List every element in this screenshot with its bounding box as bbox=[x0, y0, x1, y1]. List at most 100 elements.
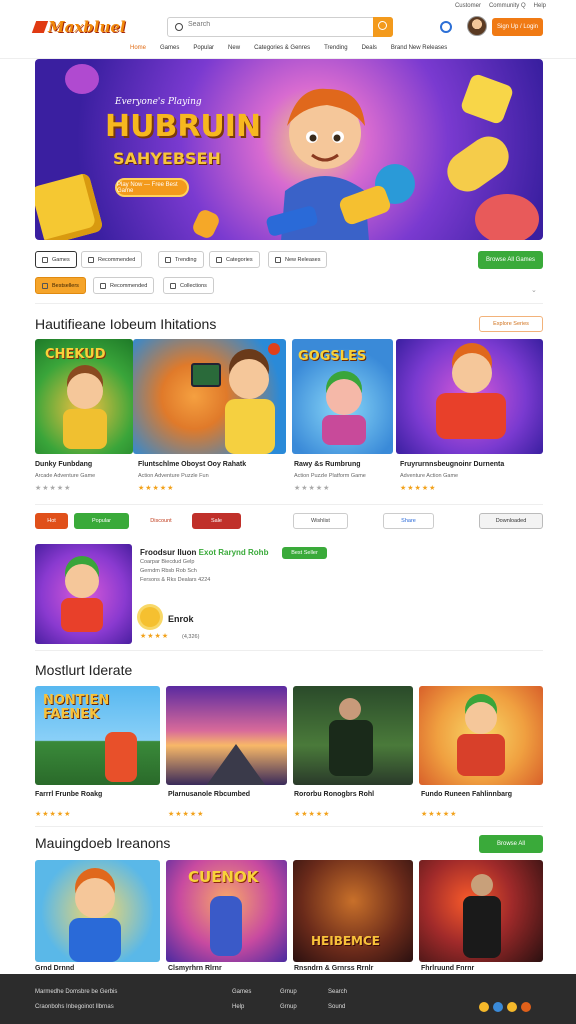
hero-cta-button[interactable]: Play Now — Free Best Game bbox=[115, 178, 189, 197]
chip-games[interactable]: Games bbox=[35, 251, 77, 268]
share-button[interactable]: Share bbox=[383, 513, 434, 529]
game-card-thumbnail[interactable] bbox=[419, 860, 543, 962]
game-title[interactable]: Fundo Runeen Fahlinnbarg bbox=[421, 791, 512, 798]
discount-button[interactable]: Discount bbox=[137, 513, 185, 529]
browse-all-button[interactable]: Browse All bbox=[479, 835, 543, 853]
explore-series-button[interactable]: Explore Series bbox=[479, 316, 543, 332]
footer-link[interactable]: Help bbox=[232, 1004, 244, 1010]
social-icon[interactable] bbox=[507, 1002, 517, 1012]
game-card-thumbnail[interactable] bbox=[35, 860, 160, 962]
chip-categories[interactable]: Categories bbox=[209, 251, 260, 268]
game-title[interactable]: Fluntschlme Oboyst Ooy Rahatk bbox=[138, 461, 246, 468]
game-title[interactable]: Plarnusanole Rbcumbed bbox=[168, 791, 250, 798]
nav-item-deals[interactable]: Deals bbox=[362, 45, 377, 51]
game-card-thumbnail[interactable]: CUENOK bbox=[166, 860, 287, 962]
footer-link[interactable]: Sound bbox=[328, 1004, 345, 1010]
site-logo[interactable]: Maxbluel bbox=[31, 18, 126, 36]
footer-link[interactable]: Grnup bbox=[280, 1004, 297, 1010]
character-illustration bbox=[326, 379, 362, 415]
chip-recommended[interactable]: Recommended bbox=[81, 251, 143, 268]
nav-item-releases[interactable]: Brand New Releases bbox=[391, 45, 447, 51]
search-button[interactable] bbox=[373, 17, 393, 37]
chip-bestsellers[interactable]: Bestsellers bbox=[35, 277, 86, 294]
badge-icon bbox=[268, 343, 280, 355]
featured-title[interactable]: Froodsur Iluon Exot Rarynd Rohb bbox=[140, 548, 268, 557]
sale-button[interactable]: Sale bbox=[192, 513, 241, 529]
chip-recommended-2[interactable]: Recommended bbox=[93, 277, 155, 294]
game-title[interactable]: Farrrl Frunbe Roakg bbox=[35, 791, 102, 798]
notification-icon[interactable] bbox=[440, 21, 452, 33]
chip-label: Recommended bbox=[110, 282, 148, 289]
character-illustration bbox=[69, 918, 121, 962]
sun-sticker-icon bbox=[140, 607, 160, 627]
topbar-link[interactable]: Help bbox=[534, 3, 546, 9]
character-illustration bbox=[210, 896, 242, 956]
game-card-thumbnail[interactable]: CHEKUD bbox=[35, 339, 133, 454]
topbar-link[interactable]: Customer bbox=[455, 3, 481, 9]
game-title[interactable]: Rawy &s Rumbrung bbox=[294, 461, 361, 468]
game-card-thumbnail[interactable]: HEIBEMCE bbox=[293, 860, 413, 962]
signup-button[interactable]: Sign Up / Login bbox=[492, 18, 543, 36]
nav-item-home[interactable]: Home bbox=[130, 45, 146, 51]
footer-link[interactable]: Grnup bbox=[280, 989, 297, 995]
game-title[interactable]: Rnsndrn & Grnrss Rrnlr bbox=[294, 965, 373, 972]
search-input[interactable] bbox=[188, 21, 368, 28]
sparkle-icon bbox=[275, 256, 281, 263]
chip-collections[interactable]: Collections bbox=[163, 277, 214, 294]
game-title[interactable]: Dunky Funbdang bbox=[35, 461, 92, 468]
popular-button[interactable]: Popular bbox=[74, 513, 129, 529]
site-footer: Marmedhe Domsbre be Gerbis Craonbohs Inb… bbox=[0, 974, 576, 1024]
footer-link[interactable]: Games bbox=[232, 989, 251, 995]
hero-subtitle: SAHYEBSEH bbox=[113, 149, 221, 168]
downloaded-button[interactable]: Downloaded bbox=[479, 513, 543, 529]
star-icon bbox=[88, 256, 94, 263]
game-title[interactable]: Rororbu Ronogbrs Rohl bbox=[294, 791, 374, 798]
rating-stars: ★★★★★ bbox=[294, 811, 331, 818]
nav-item-games[interactable]: Games bbox=[160, 45, 179, 51]
grid-icon bbox=[216, 256, 222, 263]
user-avatar[interactable] bbox=[467, 16, 487, 36]
game-card-thumbnail[interactable] bbox=[166, 686, 287, 785]
wishlist-button[interactable]: Wishlist bbox=[293, 513, 348, 529]
hot-button[interactable]: Hot bbox=[35, 513, 68, 529]
hero-kicker: Everyone's Playing bbox=[115, 97, 202, 107]
nav-item-new[interactable]: New bbox=[228, 45, 240, 51]
road-illustration bbox=[206, 744, 266, 785]
character-illustration bbox=[471, 874, 493, 896]
chevron-down-icon[interactable]: ⌄ bbox=[531, 286, 537, 294]
character-illustration bbox=[75, 878, 115, 918]
search-icon bbox=[175, 23, 183, 31]
featured-thumbnail[interactable] bbox=[35, 544, 132, 644]
dice-decoration bbox=[190, 207, 222, 240]
topbar-link[interactable]: Community Q bbox=[489, 3, 526, 9]
game-title[interactable]: Clsmyrhrn Rlrnr bbox=[168, 965, 222, 972]
social-icon[interactable] bbox=[493, 1002, 503, 1012]
game-subtitle: Action Puzzle Platform Game bbox=[294, 473, 366, 479]
chip-label: New Releases bbox=[285, 256, 321, 263]
chip-label: Games bbox=[52, 256, 70, 263]
browse-all-button[interactable]: Browse All Games bbox=[478, 251, 543, 269]
game-card-thumbnail[interactable] bbox=[293, 686, 413, 785]
nav-item-categories[interactable]: Categories & Genres bbox=[254, 45, 310, 51]
game-card-thumbnail[interactable] bbox=[133, 339, 286, 454]
game-title[interactable]: Fhrlruund Fnrnr bbox=[421, 965, 474, 972]
nav-item-trending[interactable]: Trending bbox=[324, 45, 347, 51]
game-title[interactable]: Fruyrurnnsbeugnoinr Durnenta bbox=[400, 461, 504, 468]
hero-banner[interactable]: Everyone's Playing HUBRUIN SAHYEBSEH Pla… bbox=[35, 59, 543, 240]
flame-icon bbox=[165, 256, 171, 263]
section-divider bbox=[35, 826, 543, 827]
game-title[interactable]: Grnd Drnnd bbox=[35, 965, 74, 972]
chip-new-releases[interactable]: New Releases bbox=[268, 251, 328, 268]
footer-link[interactable]: Search bbox=[328, 989, 347, 995]
thumbs-up-icon bbox=[100, 282, 106, 289]
game-card-thumbnail[interactable]: GOGSLES bbox=[292, 339, 393, 454]
game-card-thumbnail[interactable]: NONTIEN FAENEK bbox=[35, 686, 160, 785]
game-card-thumbnail[interactable] bbox=[396, 339, 543, 454]
nav-item-popular[interactable]: Popular bbox=[193, 45, 214, 51]
logo-mark-icon bbox=[31, 21, 49, 33]
social-icon[interactable] bbox=[521, 1002, 531, 1012]
social-icon[interactable] bbox=[479, 1002, 489, 1012]
dice-decoration bbox=[475, 194, 539, 240]
chip-trending[interactable]: Trending bbox=[158, 251, 204, 268]
game-card-thumbnail[interactable] bbox=[419, 686, 543, 785]
